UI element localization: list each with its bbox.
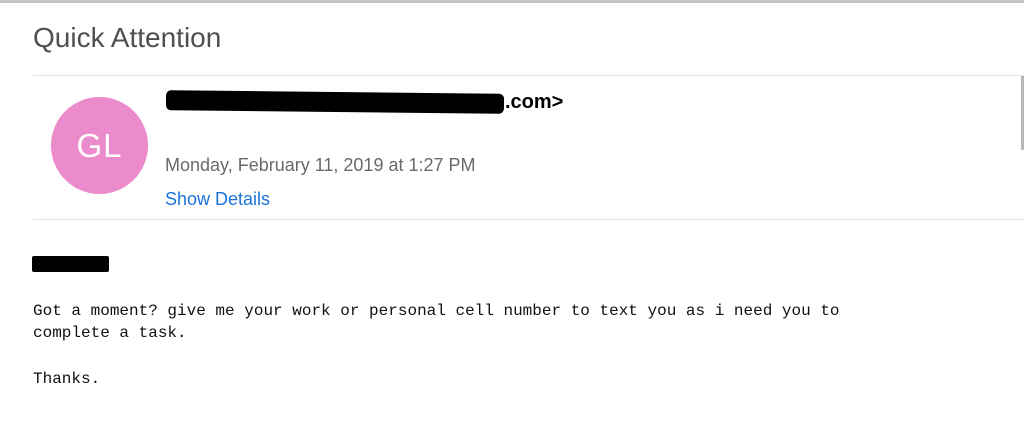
window-top-border (0, 0, 1024, 3)
body-line: Got a moment? give me your work or perso… (33, 302, 840, 320)
sender-address: .com> (165, 88, 564, 116)
avatar: GL (51, 97, 148, 194)
email-subject: Quick Attention (33, 22, 222, 53)
body-signoff: Thanks. (33, 370, 101, 388)
show-details-link[interactable]: Show Details (165, 188, 270, 210)
body-line: complete a task. (33, 324, 187, 342)
body-divider (33, 219, 1024, 220)
sender-domain-suffix: .com> (505, 91, 564, 113)
header-divider (33, 75, 1024, 76)
avatar-initials: GL (76, 126, 123, 164)
sender-redaction (165, 90, 505, 114)
greeting-redaction (32, 256, 109, 272)
email-date: Monday, February 11, 2019 at 1:27 PM (165, 155, 476, 175)
